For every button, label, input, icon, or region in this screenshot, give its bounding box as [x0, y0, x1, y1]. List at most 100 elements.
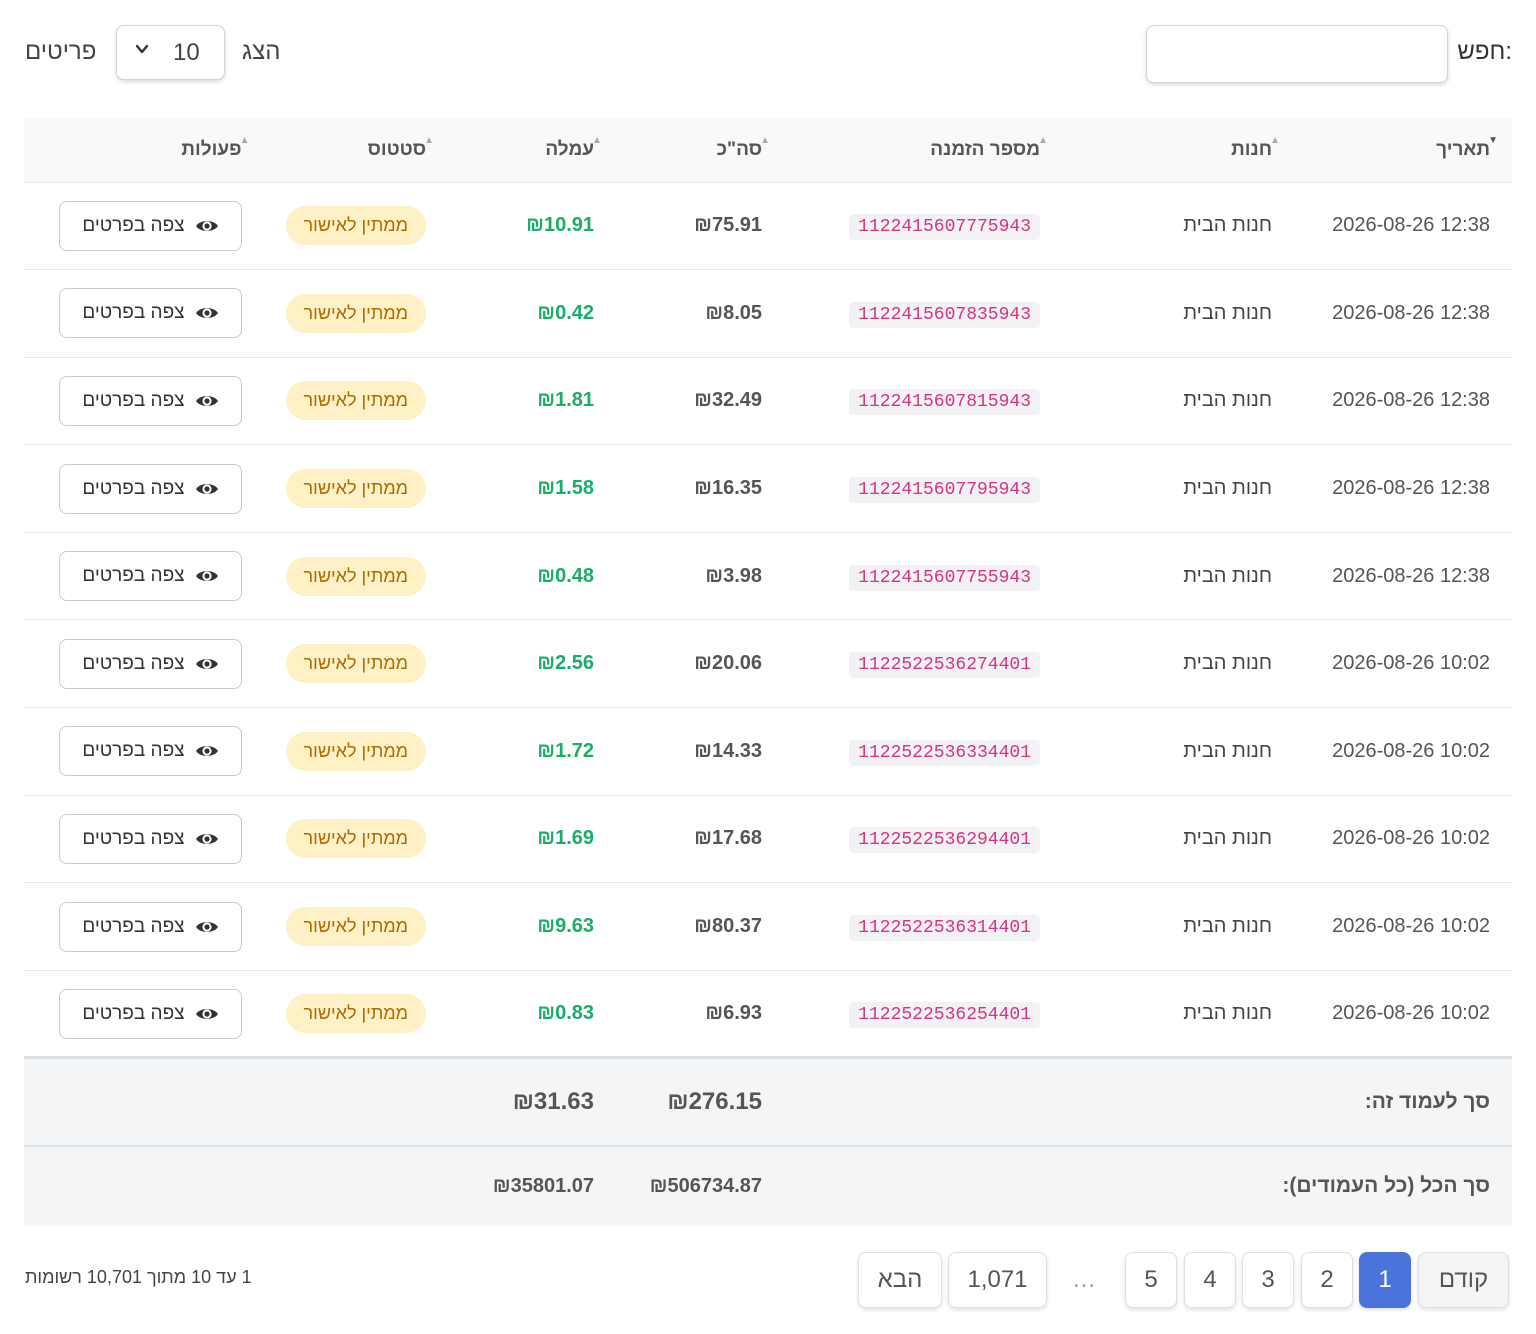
page-size-select[interactable]: 10 — [116, 25, 225, 80]
column-label: פעולות — [181, 139, 242, 161]
order-number-code: 1122415607815943 — [849, 389, 1040, 416]
cell-commission: ₪10.91 — [448, 181, 616, 270]
eye-icon — [195, 834, 218, 844]
cell-actions: צפה בפרטים — [24, 707, 264, 796]
cell-date: 2026-08-26 10:02 — [1294, 794, 1512, 883]
view-details-label: צפה בפרטים — [82, 565, 185, 587]
column-header-order-number[interactable]: ▲ מספר הזמנה — [784, 119, 1062, 182]
cell-commission: ₪9.63 — [448, 882, 616, 971]
cell-status: ממתין לאישור — [263, 269, 448, 358]
sort-arrow-icon: ▲ — [424, 135, 434, 146]
cell-date: 2026-08-26 12:38 — [1294, 356, 1512, 445]
table-row: 2026-08-26 12:38 חנות הבית 112241560777594… — [24, 181, 1512, 270]
cell-total: ₪14.33 — [616, 707, 784, 796]
page-totals-empty — [24, 1056, 448, 1146]
column-header-commission[interactable]: ▲ עמלה — [448, 119, 616, 182]
view-details-button[interactable]: צפה בפרטים — [59, 200, 242, 251]
cell-status: ממתין לאישור — [263, 181, 448, 270]
column-label: מספר הזמנה — [930, 139, 1040, 161]
cell-total: ₪32.49 — [616, 356, 784, 445]
eye-icon — [195, 658, 218, 669]
all-totals-row: סך הכל (כל העמודים): ₪506734.87 ₪35801.0… — [24, 1144, 1512, 1226]
pagination-last-page[interactable]: 1,071 — [948, 1252, 1047, 1308]
cell-store: חנות הבית — [1062, 181, 1294, 270]
cell-total: ₪80.37 — [616, 882, 784, 971]
status-badge: ממתין לאישור — [285, 556, 426, 596]
order-number-code: 1122522536314401 — [849, 915, 1040, 942]
view-details-button[interactable]: צפה בפרטים — [59, 551, 242, 602]
page-totals-commission: ₪31.63 — [448, 1056, 616, 1146]
cell-store: חנות הבית — [1062, 794, 1294, 883]
sort-arrow-icon: ▼ — [1488, 135, 1498, 146]
cell-status: ממתין לאישור — [263, 531, 448, 620]
status-badge: ממתין לאישור — [285, 293, 426, 333]
status-badge: ממתין לאישור — [285, 819, 426, 859]
order-number-code: 1122415607835943 — [849, 301, 1040, 328]
view-details-button[interactable]: צפה בפרטים — [59, 988, 242, 1039]
cell-date: 2026-08-26 10:02 — [1294, 969, 1512, 1058]
view-details-button[interactable]: צפה בפרטים — [59, 463, 242, 514]
pagination-page-5[interactable]: 5 — [1125, 1252, 1177, 1308]
cell-total: ₪6.93 — [616, 969, 784, 1058]
cell-order-number: 1122522536314401 — [784, 882, 1062, 971]
eye-icon — [195, 921, 218, 932]
cell-order-number: 1122522536334401 — [784, 707, 1062, 796]
cell-store: חנות הבית — [1062, 969, 1294, 1058]
page-size-items-label: פריטים — [25, 38, 97, 65]
view-details-button[interactable]: צפה בפרטים — [59, 638, 242, 689]
eye-icon — [195, 396, 218, 406]
cell-total: ₪17.68 — [616, 794, 784, 883]
pagination-prev-button[interactable]: קודם — [1418, 1252, 1509, 1308]
order-number-code: 1122522536274401 — [849, 652, 1040, 679]
cell-status: ממתין לאישור — [263, 707, 448, 796]
cell-date: 2026-08-26 12:38 — [1294, 531, 1512, 620]
cell-store: חנות הבית — [1062, 619, 1294, 708]
search-input[interactable] — [1146, 25, 1448, 83]
cell-order-number: 1122522536294401 — [784, 794, 1062, 883]
table-toolbar: חפש: הצג 10 פריטים — [0, 0, 1536, 110]
cell-actions: צפה בפרטים — [24, 181, 264, 270]
cell-order-number: 1122522536254401 — [784, 969, 1062, 1058]
page-totals-total: ₪276.15 — [616, 1056, 784, 1146]
order-number-code: 1122522536254401 — [849, 1002, 1040, 1029]
view-details-button[interactable]: צפה בפרטים — [59, 726, 242, 777]
cell-store: חנות הבית — [1062, 707, 1294, 796]
cell-date: 2026-08-26 12:38 — [1294, 181, 1512, 270]
cell-total: ₪16.35 — [616, 444, 784, 533]
view-details-button[interactable]: צפה בפרטים — [59, 288, 242, 339]
column-header-status[interactable]: ▲ סטטוס — [263, 119, 448, 182]
column-header-store[interactable]: ▲ חנות — [1062, 119, 1294, 182]
view-details-button[interactable]: צפה בפרטים — [59, 813, 242, 864]
table-row: 2026-08-26 10:02 חנות הבית 112252253625440… — [24, 969, 1512, 1058]
cell-date: 2026-08-26 12:38 — [1294, 444, 1512, 533]
column-header-total[interactable]: ▲ סה"כ — [616, 119, 784, 182]
column-header-actions[interactable]: ▲ פעולות — [24, 119, 264, 182]
order-number-code: 1122415607755943 — [849, 564, 1040, 591]
cell-commission: ₪0.42 — [448, 269, 616, 358]
all-totals-total: ₪506734.87 — [616, 1144, 784, 1226]
cell-actions: צפה בפרטים — [24, 794, 264, 883]
pagination-page-2[interactable]: 2 — [1301, 1252, 1353, 1308]
page-size-value: 10 — [173, 39, 200, 66]
sort-arrow-icon: ▲ — [1270, 135, 1280, 146]
view-details-button[interactable]: צפה בפרטים — [59, 901, 242, 952]
pagination-page-1[interactable]: 1 — [1359, 1252, 1411, 1308]
pagination-page-3[interactable]: 3 — [1242, 1252, 1294, 1308]
view-details-button[interactable]: צפה בפרטים — [59, 375, 242, 426]
table-row: 2026-08-26 12:38 חנות הבית 112241560783594… — [24, 269, 1512, 358]
cell-actions: צפה בפרטים — [24, 269, 264, 358]
cell-status: ממתין לאישור — [263, 969, 448, 1058]
cell-commission: ₪0.48 — [448, 531, 616, 620]
table-row: 2026-08-26 10:02 חנות הבית 112252253629440… — [24, 794, 1512, 883]
column-header-date[interactable]: ▼ תאריך — [1294, 119, 1512, 182]
order-number-code: 1122522536294401 — [849, 827, 1040, 854]
cell-date: 2026-08-26 12:38 — [1294, 269, 1512, 358]
status-badge: ממתין לאישור — [285, 381, 426, 421]
pagination-ellipsis: … — [1072, 1266, 1096, 1293]
cell-commission: ₪1.69 — [448, 794, 616, 883]
pagination-page-4[interactable]: 4 — [1184, 1252, 1236, 1308]
status-badge: ממתין לאישור — [285, 469, 426, 509]
view-details-label: צפה בפרטים — [82, 652, 185, 674]
sort-arrow-icon: ▲ — [760, 135, 770, 146]
pagination-next-button[interactable]: הבא — [858, 1252, 942, 1308]
